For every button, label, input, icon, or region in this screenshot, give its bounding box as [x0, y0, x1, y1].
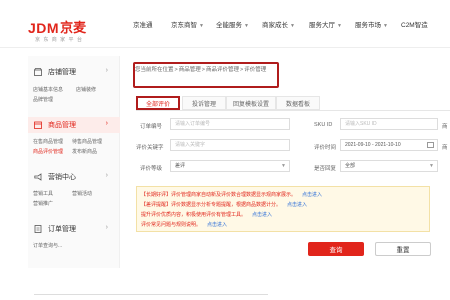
breadcrumb-prefix: 您当前所在位置 — [135, 67, 174, 73]
sidebar-item-marketing-tools[interactable]: 营销工具 — [33, 190, 53, 197]
chevron-right-icon: › — [105, 67, 108, 74]
replied-select[interactable]: 全部 ▼ — [340, 160, 438, 172]
megaphone-icon — [34, 173, 42, 181]
nav-item-services[interactable]: 全能服务 ▼ — [216, 19, 249, 29]
sku-id-input[interactable]: 请输入SKU ID — [340, 118, 438, 130]
chevron-down-icon: ▼ — [281, 163, 286, 169]
notice-link[interactable]: 点击进入 — [207, 222, 227, 228]
reset-button[interactable]: 重置 — [375, 242, 431, 256]
nav-item-c2m[interactable]: C2M智造 — [401, 19, 428, 29]
notice-line: 【长期好评】评价管理商家自动新及评价数合理数据显示观商家展示。 点击进入 — [141, 192, 323, 198]
keyword-label: 评价关键字 — [136, 145, 164, 151]
tab-reply-templates[interactable]: 回复模板设置 — [226, 96, 276, 110]
chevron-down-icon: ▼ — [337, 23, 342, 29]
sidebar-group-label: 订单管理 — [48, 226, 76, 233]
nav-item-service-hall[interactable]: 服务大厅 ▼ — [309, 19, 342, 29]
chevron-down-icon: ▼ — [244, 23, 249, 29]
sidebar-item-marketing-events[interactable]: 营销活动 — [72, 190, 92, 197]
sidebar-item-pending[interactable]: 待售商品管理 — [72, 138, 102, 145]
box-icon — [34, 121, 42, 129]
review-time-label: 评价时间 — [314, 145, 337, 151]
sku-id-label: SKU ID — [314, 122, 333, 128]
review-time-value: 2021-09-10 - 2021-10-10 — [345, 142, 401, 148]
chevron-down-icon: ▼ — [429, 163, 434, 169]
breadcrumb-current: 评价管理 — [244, 67, 267, 73]
replied-value: 全部 — [345, 163, 356, 169]
sidebar-item-onsale[interactable]: 在售商品管理 — [33, 138, 63, 145]
sidebar: 店铺管理 › 店铺基本信息 店铺装修 品牌管理 商品管理 › 在售商品管理 待售… — [28, 56, 120, 268]
tab-complaints[interactable]: 投诉管理 — [182, 96, 226, 110]
sidebar-group-store[interactable]: 店铺管理 › — [28, 64, 120, 80]
main-content: 您当前所在位置>商品管理>商品评价管理>评价管理 全部评价 投诉管理 回复模板设… — [128, 56, 450, 268]
chevron-down-icon: ▼ — [199, 23, 204, 29]
brand-logo[interactable]: JDM 京麦 — [28, 18, 86, 36]
sidebar-group-label: 营销中心 — [48, 174, 76, 181]
sidebar-item-brand[interactable]: 品牌管理 — [33, 96, 53, 103]
chevron-right-icon: › — [105, 120, 108, 127]
sidebar-item-order-query[interactable]: 订单查询与... — [33, 242, 62, 249]
logo-tagline: 京 东 商 家 平 台 — [35, 37, 83, 43]
nav-item-service-market[interactable]: 服务市场 ▼ — [355, 19, 388, 29]
cut-label: 商 — [442, 124, 448, 130]
review-level-value: 差评 — [175, 163, 186, 169]
notice-link[interactable]: 点击进入 — [252, 212, 272, 218]
notice-line: 评价常见问题与规则说明。 点击进入 — [141, 222, 228, 228]
tab-divider — [136, 110, 450, 111]
tab-all-reviews[interactable]: 全部评价 — [136, 96, 180, 110]
sidebar-group-orders[interactable]: 订单管理 › — [28, 221, 120, 237]
notice-line: 提升评价优质内容，积极使用评价有管理工具。 点击进入 — [141, 212, 273, 218]
tab-data-dashboard[interactable]: 数据看板 — [276, 96, 320, 110]
logo-name: 京麦 — [60, 20, 87, 35]
sidebar-item-store-decor[interactable]: 店铺装修 — [76, 86, 96, 93]
query-button[interactable]: 查询 — [308, 242, 364, 256]
nav-item-jingzhuntong[interactable]: 京准通 — [133, 19, 153, 29]
breadcrumb: 您当前所在位置>商品管理>商品评价管理>评价管理 — [135, 67, 267, 73]
cut-label: 商 — [442, 145, 448, 151]
chevron-down-icon: ▼ — [383, 23, 388, 29]
nav-item-growth[interactable]: 商家成长 ▼ — [262, 19, 295, 29]
logo-mark: JDM — [28, 20, 60, 36]
sidebar-item-reviews[interactable]: 商品评价管理 — [33, 148, 63, 155]
notice-link[interactable]: 点击进入 — [287, 202, 307, 208]
notice-link[interactable]: 点击进入 — [302, 192, 322, 198]
replied-label: 是否回复 — [314, 166, 337, 172]
sidebar-group-marketing[interactable]: 营销中心 › — [28, 169, 120, 185]
sidebar-item-publish[interactable]: 发布新商品 — [72, 148, 97, 155]
chevron-right-icon: › — [105, 224, 108, 231]
sidebar-group-products[interactable]: 商品管理 › — [28, 117, 120, 133]
breadcrumb-item[interactable]: 商品评价管理 — [206, 67, 239, 73]
chevron-down-icon: ▼ — [290, 23, 295, 29]
notice-line: 【差评提醒】评价数据显示分析专题提醒，根据商品数据计分。 点击进入 — [141, 202, 308, 208]
footer-divider — [34, 294, 268, 295]
notice-panel: 【长期好评】评价管理商家自动新及评价数合理数据显示观商家展示。 点击进入 【差评提… — [136, 186, 430, 232]
calendar-icon — [427, 142, 434, 148]
review-time-picker[interactable]: 2021-09-10 - 2021-10-10 — [340, 139, 438, 151]
review-level-label: 评价等级 — [140, 166, 163, 172]
sidebar-group-label: 商品管理 — [48, 122, 76, 129]
document-icon — [34, 225, 42, 233]
review-level-select[interactable]: 差评 ▼ — [170, 160, 290, 172]
store-icon — [34, 68, 42, 76]
order-number-input[interactable]: 请输入订单编号 — [170, 118, 290, 130]
order-number-label: 订单编号 — [140, 124, 163, 130]
top-navbar: JDM 京麦 京 东 商 家 平 台 京准通 京东商智 ▼ 全能服务 ▼ 商家成长 ▼… — [0, 0, 450, 48]
nav-item-shangzhi[interactable]: 京东商智 ▼ — [171, 19, 204, 29]
keyword-input[interactable]: 请输入关键字 — [170, 139, 290, 151]
sidebar-group-label: 店铺管理 — [48, 69, 76, 76]
sidebar-item-store-info[interactable]: 店铺基本信息 — [33, 86, 63, 93]
breadcrumb-item[interactable]: 商品管理 — [179, 67, 201, 73]
sidebar-item-marketing-promo[interactable]: 营销推广 — [33, 200, 53, 207]
chevron-right-icon: › — [105, 172, 108, 179]
